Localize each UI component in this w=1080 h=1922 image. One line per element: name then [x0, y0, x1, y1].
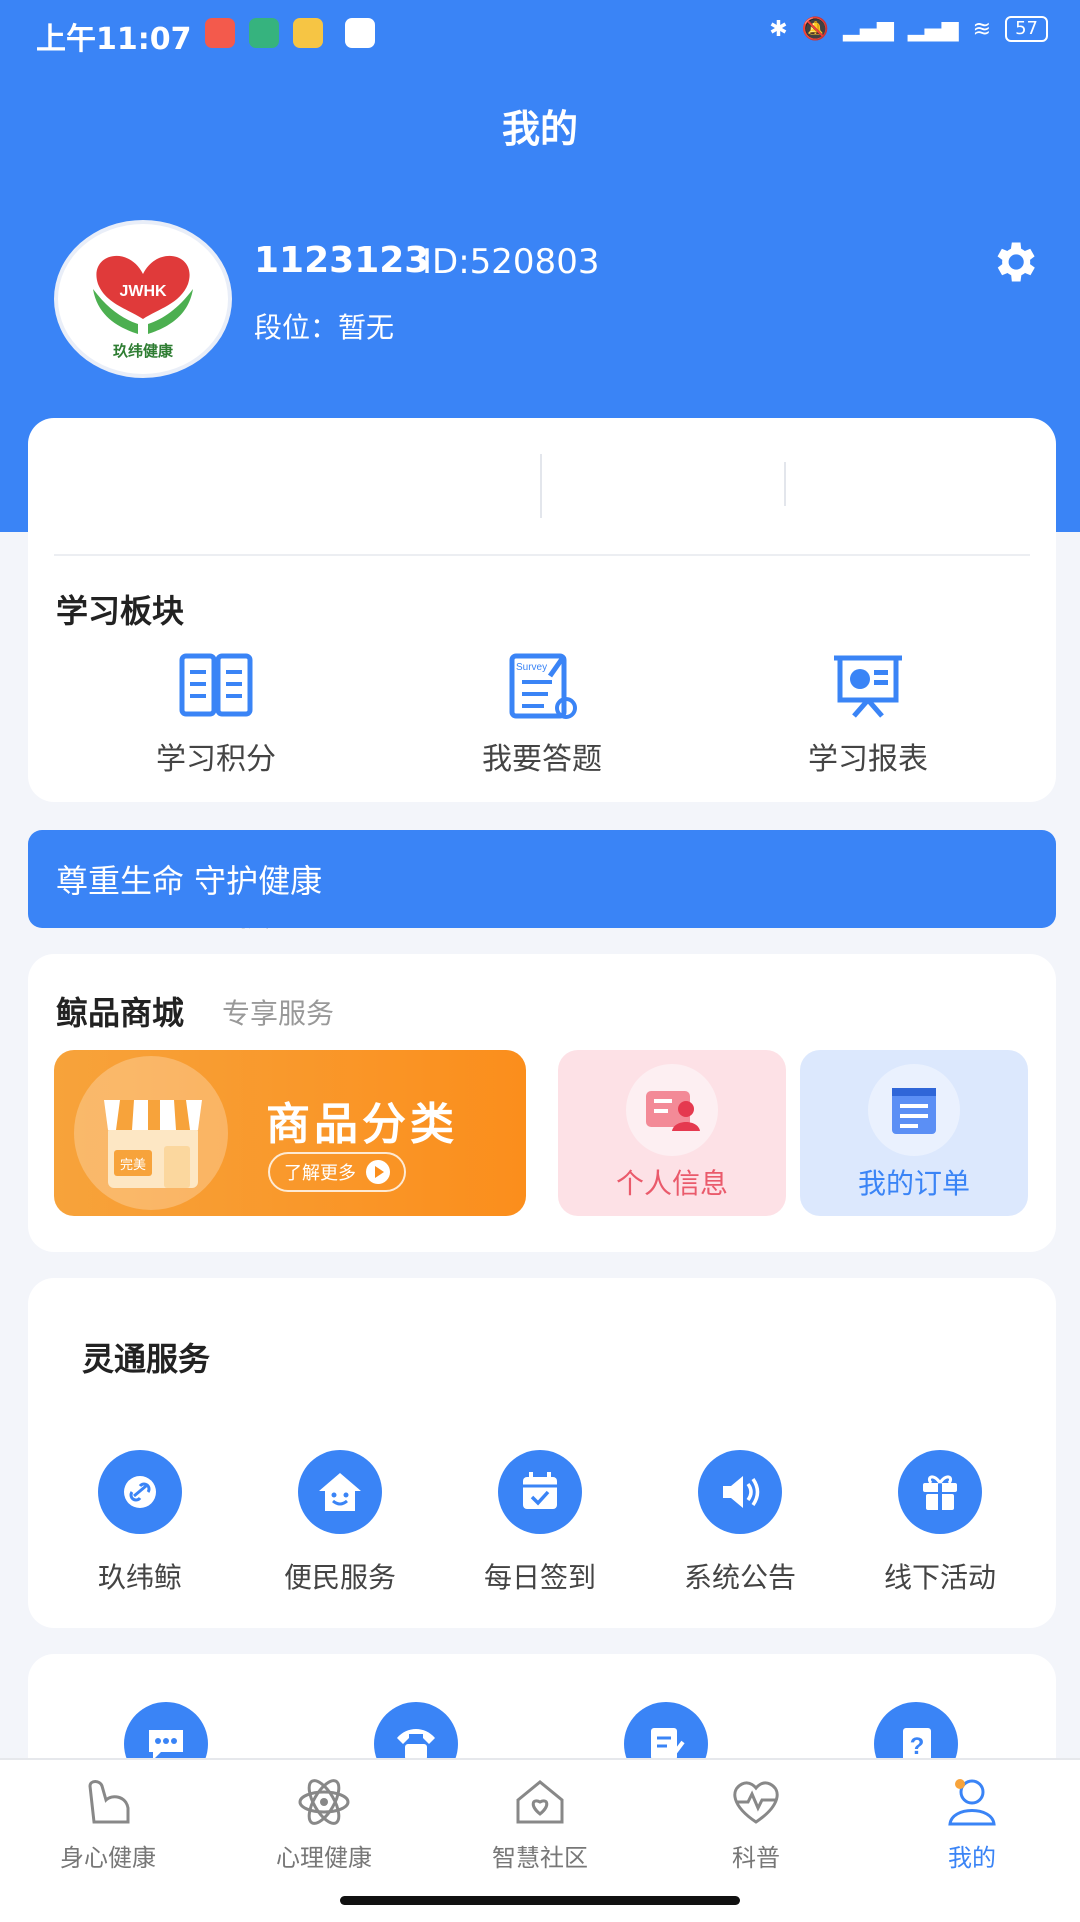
- id-card-icon: [626, 1064, 718, 1156]
- personal-info-card[interactable]: 个人信息: [558, 1050, 786, 1216]
- service-label: 线下活动: [883, 1561, 996, 1594]
- my-orders-card[interactable]: 我的订单: [800, 1050, 1028, 1216]
- bluetooth-icon: ✱: [769, 16, 788, 42]
- learn-more-label: 了解更多: [284, 1163, 356, 1184]
- notification-app-icon: [249, 18, 279, 48]
- user-icon: [948, 1779, 996, 1826]
- heart-pulse-icon: [733, 1781, 779, 1824]
- status-bar: 上午11:07 ✱ 🔕 ▂▄▆ ▂▄▆ ≋ 57: [0, 0, 1080, 68]
- user-id: ID:520803: [422, 242, 600, 282]
- atom-icon: [298, 1779, 350, 1825]
- order-list-icon: [868, 1064, 960, 1156]
- user-rank: 段位：暂无: [254, 311, 395, 344]
- tab-label: 心理健康: [276, 1844, 372, 1872]
- study-item-label: 我要答题: [482, 742, 602, 777]
- service-label: 便民服务: [283, 1561, 396, 1594]
- mute-icon: 🔕: [801, 16, 830, 42]
- study-item-label: 学习积分: [156, 742, 276, 777]
- svg-text:Survey: Survey: [516, 662, 547, 673]
- notification-app-icon: [205, 18, 235, 48]
- book-icon: [179, 653, 253, 717]
- calendar-check-icon: [498, 1450, 582, 1534]
- alipay-icon: [293, 18, 323, 48]
- my-orders-label: 我的订单: [857, 1167, 970, 1200]
- tab-science[interactable]: 科普: [656, 1776, 856, 1873]
- arm-muscle-icon: [88, 1780, 130, 1824]
- tab-body-health[interactable]: 身心健康: [8, 1776, 208, 1873]
- product-category-title: 商品分类: [266, 1099, 458, 1150]
- slogan-banner[interactable]: 尊重生命 守护健康: [28, 830, 1056, 928]
- service-jiuweijing[interactable]: 玖纬鲸: [50, 1450, 230, 1596]
- svg-text:?: ?: [910, 1733, 925, 1760]
- svg-text:JWHK: JWHK: [119, 283, 167, 300]
- shop-icon: 完美: [98, 1086, 208, 1200]
- service-label: 每日签到: [483, 1561, 596, 1594]
- mall-section-title: 鲸品商城: [56, 994, 185, 1032]
- user-name: 1123123: [254, 240, 430, 281]
- settings-gear-icon[interactable]: [988, 236, 1040, 288]
- tab-label: 身心健康: [60, 1844, 156, 1872]
- service-label: 系统公告: [683, 1561, 796, 1594]
- svg-text:玖纬健康: 玖纬健康: [113, 342, 174, 360]
- service-label: 玖纬鲸: [97, 1561, 182, 1594]
- tab-mine[interactable]: 我的: [872, 1776, 1072, 1873]
- learn-more-button[interactable]: 了解更多: [268, 1152, 406, 1192]
- study-section-title: 学习板块: [56, 592, 185, 630]
- answer-questions-button[interactable]: Survey 我要答题: [442, 650, 642, 778]
- signal-icon: ▂▄▆: [843, 16, 894, 42]
- mall-subtitle: 专享服务: [222, 997, 335, 1030]
- report-icon: [834, 655, 902, 718]
- signal-icon: ▂▄▆: [907, 16, 959, 42]
- study-card: 149 学习积分 收藏 历史 学习板块 学习积分 Survey 我要答题: [28, 418, 1056, 936]
- tab-label: 智慧社区: [492, 1844, 588, 1872]
- study-points-button[interactable]: 学习积分: [116, 650, 316, 778]
- tab-smart-community[interactable]: 智慧社区: [440, 1776, 640, 1873]
- status-time: 上午11:07: [36, 22, 192, 57]
- svg-text:完美: 完美: [120, 1158, 146, 1173]
- service-daily-checkin[interactable]: 每日签到: [450, 1450, 630, 1596]
- service-announcement[interactable]: 系统公告: [650, 1450, 830, 1596]
- link-icon: [98, 1450, 182, 1534]
- study-report-button[interactable]: 学习报表: [768, 650, 968, 778]
- more-dot-icon: [345, 18, 375, 48]
- personal-info-label: 个人信息: [615, 1167, 728, 1200]
- house-smile-icon: [298, 1450, 382, 1534]
- gift-icon: [898, 1450, 982, 1534]
- survey-icon: Survey: [509, 653, 577, 719]
- tab-label: 我的: [948, 1844, 996, 1872]
- house-heart-icon: [516, 1780, 564, 1824]
- wifi-icon: ≋: [972, 16, 992, 42]
- speaker-icon: [698, 1450, 782, 1534]
- play-icon: [366, 1160, 390, 1184]
- tab-label: 科普: [732, 1844, 780, 1872]
- logo-icon: JWHK 玖纬健康: [93, 255, 193, 360]
- services-section-title: 灵通服务: [82, 1340, 211, 1378]
- avatar[interactable]: JWHK 玖纬健康: [54, 220, 232, 378]
- page-title: 我的: [501, 107, 578, 151]
- study-item-label: 学习报表: [808, 742, 928, 777]
- product-category-card[interactable]: 完美 商品分类 了解更多: [54, 1050, 526, 1216]
- service-convenience[interactable]: 便民服务: [250, 1450, 430, 1596]
- tab-mental-health[interactable]: 心理健康: [224, 1776, 424, 1873]
- battery-icon: 57: [1005, 16, 1048, 42]
- home-indicator[interactable]: [340, 1896, 740, 1905]
- service-offline-activity[interactable]: 线下活动: [850, 1450, 1030, 1596]
